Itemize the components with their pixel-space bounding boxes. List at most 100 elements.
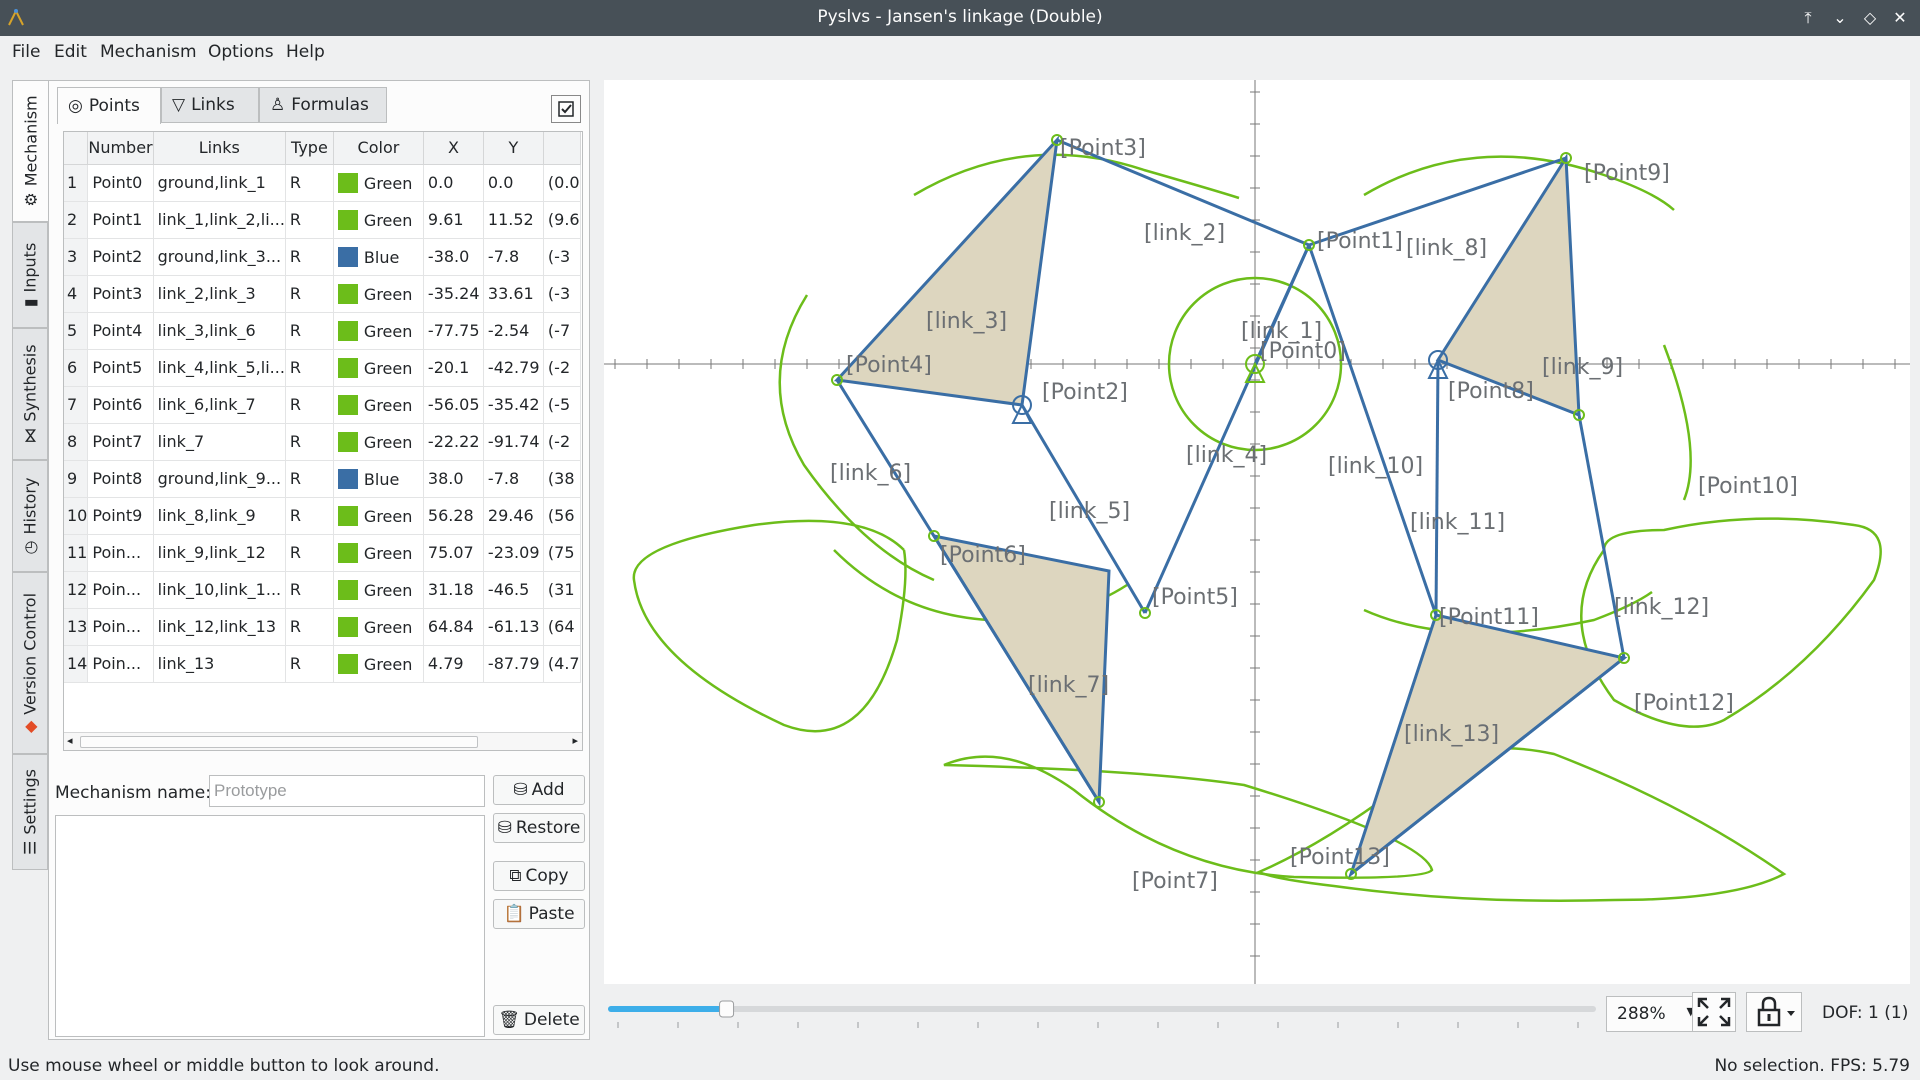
maximize-icon[interactable]: ◇ bbox=[1858, 6, 1882, 30]
current-cell[interactable]: (4.7 bbox=[543, 645, 581, 683]
current-cell[interactable]: (64 bbox=[543, 608, 581, 646]
color-cell[interactable]: Green bbox=[333, 275, 424, 313]
column-header[interactable]: Type bbox=[285, 132, 334, 165]
links-cell[interactable]: link_7 bbox=[153, 423, 286, 461]
row-number[interactable]: 12 bbox=[64, 571, 89, 609]
y-cell[interactable]: -87.79 bbox=[483, 645, 544, 683]
table-row[interactable]: 3 Point2 ground,link_3... R Blue -38.0 -7.8 (-3 bbox=[64, 238, 581, 276]
type-cell[interactable]: R bbox=[285, 608, 334, 646]
current-cell[interactable]: (38 bbox=[543, 460, 581, 498]
row-number[interactable]: 9 bbox=[64, 460, 89, 498]
tab-links[interactable]: ▽ Links bbox=[161, 87, 259, 123]
tab-formulas[interactable]: ♙ Formulas bbox=[259, 87, 387, 123]
add-button[interactable]: ⛁ Add bbox=[493, 775, 585, 805]
side-tab-synthesis[interactable]: ⋈ Synthesis bbox=[12, 328, 48, 460]
current-cell[interactable]: (31 bbox=[543, 571, 581, 609]
color-cell[interactable]: Green bbox=[333, 571, 424, 609]
type-cell[interactable]: R bbox=[285, 571, 334, 609]
color-cell[interactable]: Green bbox=[333, 423, 424, 461]
links-cell[interactable]: link_2,link_3 bbox=[153, 275, 286, 313]
table-row[interactable]: 12 Poin... link_10,link_1... R Green 31.18 -46… bbox=[64, 571, 581, 609]
copy-button[interactable]: ⧉ Copy bbox=[493, 861, 585, 891]
type-cell[interactable]: R bbox=[285, 275, 334, 313]
y-cell[interactable]: -46.5 bbox=[483, 571, 544, 609]
delete-button[interactable]: 🗑 Delete bbox=[493, 1005, 585, 1035]
mechanism-list[interactable] bbox=[55, 815, 485, 1037]
type-cell[interactable]: R bbox=[285, 460, 334, 498]
link-6-line[interactable] bbox=[835, 379, 936, 537]
menu-edit[interactable]: Edit bbox=[54, 42, 87, 62]
keep-above-icon[interactable]: ⤒ bbox=[1796, 6, 1820, 30]
current-cell[interactable]: (9.6 bbox=[543, 201, 581, 239]
column-header[interactable]: Color bbox=[333, 132, 424, 165]
y-cell[interactable]: -7.8 bbox=[483, 460, 544, 498]
zoom-to-fit-button[interactable] bbox=[1692, 992, 1736, 1032]
point-name-cell[interactable]: Poin... bbox=[87, 571, 154, 609]
minimize-icon[interactable]: ⌄ bbox=[1828, 6, 1852, 30]
link-11-line[interactable] bbox=[1434, 359, 1440, 616]
x-cell[interactable]: 9.61 bbox=[423, 201, 484, 239]
points-table[interactable]: Number Links Type Color X Y 1 Point0 groun… bbox=[63, 131, 583, 751]
current-cell[interactable]: (-2 bbox=[543, 423, 581, 461]
type-cell[interactable]: R bbox=[285, 312, 334, 350]
point-name-cell[interactable]: Point4 bbox=[87, 312, 154, 350]
table-row[interactable]: 10 Point9 link_8,link_9 R Green 56.28 29.46 (56 bbox=[64, 497, 581, 535]
row-number[interactable]: 13 bbox=[64, 608, 89, 646]
color-cell[interactable]: Green bbox=[333, 164, 424, 202]
type-cell[interactable]: R bbox=[285, 497, 334, 535]
y-cell[interactable]: 0.0 bbox=[483, 164, 544, 202]
type-cell[interactable]: R bbox=[285, 534, 334, 572]
tab-points[interactable]: ◎ Points bbox=[57, 87, 161, 124]
links-cell[interactable]: link_12,link_13 bbox=[153, 608, 286, 646]
y-cell[interactable]: 29.46 bbox=[483, 497, 544, 535]
x-cell[interactable]: -38.0 bbox=[423, 238, 484, 276]
links-cell[interactable]: ground,link_1 bbox=[153, 164, 286, 202]
point-name-cell[interactable]: Point3 bbox=[87, 275, 154, 313]
row-number[interactable]: 11 bbox=[64, 534, 89, 572]
point-name-cell[interactable]: Point8 bbox=[87, 460, 154, 498]
current-cell[interactable]: (-2 bbox=[543, 349, 581, 387]
paste-button[interactable]: 📋 Paste bbox=[493, 899, 585, 929]
menu-mechanism[interactable]: Mechanism bbox=[100, 42, 197, 62]
current-cell[interactable]: (0.0 bbox=[543, 164, 581, 202]
close-icon[interactable]: ✕ bbox=[1888, 6, 1912, 30]
y-cell[interactable]: -35.42 bbox=[483, 386, 544, 424]
color-cell[interactable]: Green bbox=[333, 645, 424, 683]
links-cell[interactable]: link_6,link_7 bbox=[153, 386, 286, 424]
x-cell[interactable]: 64.84 bbox=[423, 608, 484, 646]
side-tab-settings[interactable]: ☰ Settings bbox=[12, 754, 48, 870]
x-cell[interactable]: -35.24 bbox=[423, 275, 484, 313]
x-cell[interactable]: 31.18 bbox=[423, 571, 484, 609]
horizontal-scrollbar[interactable]: ◂ ▸ bbox=[64, 732, 582, 750]
row-number[interactable]: 1 bbox=[64, 164, 89, 202]
row-number[interactable]: 3 bbox=[64, 238, 89, 276]
table-row[interactable]: 7 Point6 link_6,link_7 R Green -56.05 -35.42 (-… bbox=[64, 386, 581, 424]
column-header[interactable]: X bbox=[423, 132, 484, 165]
links-cell[interactable]: link_9,link_12 bbox=[153, 534, 286, 572]
side-tab-history[interactable]: ◷ History bbox=[12, 460, 48, 572]
color-cell[interactable]: Green bbox=[333, 608, 424, 646]
current-cell[interactable]: (-5 bbox=[543, 386, 581, 424]
color-cell[interactable]: Green bbox=[333, 386, 424, 424]
column-header[interactable]: Links bbox=[153, 132, 286, 165]
link-10-line[interactable] bbox=[1307, 244, 1438, 616]
point-name-cell[interactable]: Point2 bbox=[87, 238, 154, 276]
side-tab-version-control[interactable]: ◆ Version Control bbox=[12, 572, 48, 754]
menu-options[interactable]: Options bbox=[208, 42, 274, 62]
links-cell[interactable]: link_1,link_2,li... bbox=[153, 201, 286, 239]
color-cell[interactable]: Green bbox=[333, 312, 424, 350]
type-cell[interactable]: R bbox=[285, 238, 334, 276]
y-cell[interactable]: 11.52 bbox=[483, 201, 544, 239]
color-cell[interactable]: Blue bbox=[333, 460, 424, 498]
column-header[interactable] bbox=[543, 132, 581, 165]
y-cell[interactable]: 33.61 bbox=[483, 275, 544, 313]
menu-file[interactable]: File bbox=[12, 42, 40, 62]
point-name-cell[interactable]: Poin... bbox=[87, 534, 154, 572]
table-row[interactable]: 8 Point7 link_7 R Green -22.22 -91.74 (-2 bbox=[64, 423, 581, 461]
row-number[interactable]: 10 bbox=[64, 497, 89, 535]
scroll-left-icon[interactable]: ◂ bbox=[67, 734, 73, 747]
table-row[interactable]: 2 Point1 link_1,link_2,li... R Green 9.61 11.5… bbox=[64, 201, 581, 239]
current-cell[interactable]: (-3 bbox=[543, 238, 581, 276]
color-cell[interactable]: Green bbox=[333, 534, 424, 572]
scrollbar-thumb[interactable] bbox=[80, 736, 478, 748]
